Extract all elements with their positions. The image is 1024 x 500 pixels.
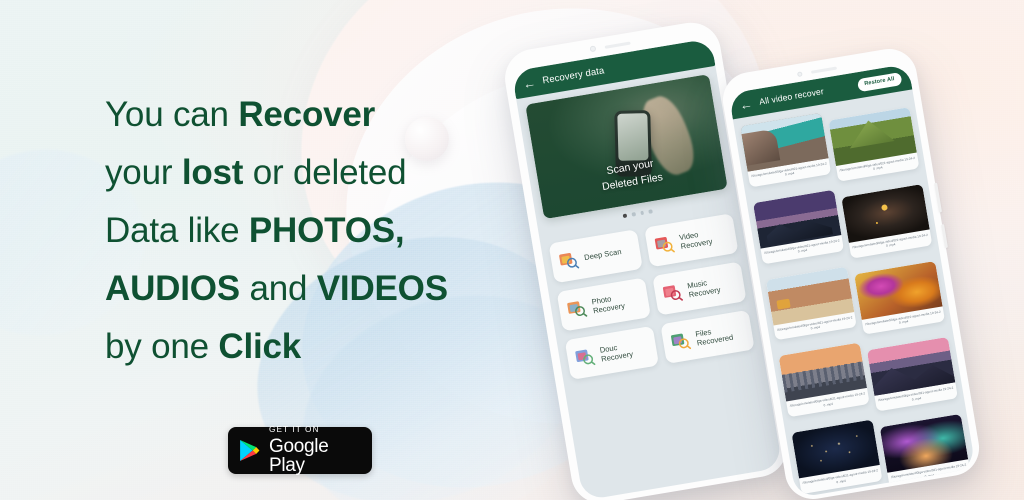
headline-emphasis: lost (181, 153, 244, 192)
headline-emphasis: AUDIOS (105, 269, 240, 308)
earpiece-speaker (810, 66, 837, 74)
menu-tile-label: Photo Recovery (590, 293, 626, 316)
menu-tile-deep-scan[interactable]: Deep Scan (548, 229, 643, 284)
carousel-dot[interactable] (640, 210, 645, 215)
deep-scan-icon (557, 249, 580, 272)
headline-emphasis: Recover (238, 95, 376, 134)
google-play-triangle-icon (239, 439, 260, 462)
video-card[interactable]: /Storage/emulated/0/ga-video/021-agoot-m… (854, 260, 946, 336)
menu-tile-label: Douc Recovery (598, 342, 634, 364)
headline-emphasis: Click (218, 327, 302, 366)
google-play-badge[interactable]: GET IT ON Google Play (228, 425, 372, 476)
document-recovery-icon (573, 346, 596, 369)
appbar-title: Recovery data (541, 64, 606, 87)
headline-text: Data like (105, 211, 249, 250)
video-cell: /Storage/emulated/0/ga-video/021-agoot-m… (828, 107, 920, 182)
google-play-text: GET IT ON Google Play (269, 425, 361, 476)
video-cell: /Storage/emulated/0/ga-video/021-agoot-m… (765, 266, 859, 349)
menu-tile-label: Files Recovered (694, 326, 734, 348)
video-cell: /Storage/emulated/0/ga-video/021-agoot-m… (841, 183, 933, 259)
headline-text: or deleted (243, 153, 407, 192)
appbar-title: All video recover (758, 86, 825, 107)
back-arrow-icon[interactable]: ← (522, 74, 537, 91)
menu-tile-files-recovered[interactable]: Files Recovered (660, 309, 755, 364)
video-card[interactable]: /Storage/emulated/0/ga-video/021-agoot-m… (841, 183, 933, 259)
headline-emphasis: PHOTOS, (248, 211, 405, 250)
video-card[interactable]: /Storage/emulated/0/ga-video/021-agoot-m… (866, 337, 958, 412)
files-recovered-icon (669, 330, 692, 353)
menu-tile-video-recovery[interactable]: Video Recovery (644, 213, 739, 268)
menu-tile-label: Music Recovery (686, 277, 722, 300)
headline-emphasis: VIDEOS (316, 269, 448, 308)
carousel-dot[interactable] (631, 212, 636, 217)
marketing-headline: You can Recover your lost or deleted Dat… (105, 86, 525, 376)
menu-tile-label: Video Recovery (678, 229, 714, 251)
video-cell: /Storage/emulated/0/ga-video/021-agoot-m… (791, 419, 884, 498)
badge-store-name: Google Play (269, 435, 329, 476)
badge-eyebrow: GET IT ON (269, 425, 320, 435)
headline-text: your (105, 153, 182, 192)
menu-tile-photo-recovery[interactable]: Photo Recovery (556, 277, 651, 332)
headline-line: AUDIOS and VIDEOS (105, 260, 525, 318)
headline-text: by one (105, 327, 219, 366)
headline-text: and (239, 269, 317, 308)
earpiece-speaker (604, 41, 631, 49)
headline-text: You can (105, 95, 239, 134)
video-card[interactable]: /Storage/emulated/0/ga-video/021-agoot-m… (828, 107, 920, 182)
headline-line: Data like PHOTOS, (105, 202, 525, 260)
video-card[interactable]: /Storage/emulated/0/ga-video/021-agoot-m… (752, 189, 845, 264)
feature-graphic-stage: You can Recover your lost or deleted Dat… (0, 0, 1024, 500)
carousel-dot[interactable] (648, 209, 653, 214)
back-arrow-icon[interactable]: ← (738, 96, 753, 113)
recovery-menu-grid: Deep Scan Video Recovery Photo Recovery Music… (538, 199, 762, 381)
headline-line: You can Recover (105, 86, 525, 144)
headline-line: your lost or deleted (105, 144, 525, 202)
restore-all-button[interactable]: Restore All (856, 71, 903, 92)
video-cell: /Storage/emulated/0/ga-video/021-agoot-m… (854, 260, 946, 336)
video-card[interactable]: /Storage/emulated/0/ga-video/021-agoot-m… (791, 419, 883, 495)
headline-line: by one Click (105, 318, 525, 376)
menu-tile-music-recovery[interactable]: Music Recovery (652, 261, 747, 316)
video-card[interactable]: /Storage/emulated/0/ga-video/021-agoot-m… (765, 266, 857, 341)
video-cell: /Storage/emulated/0/ga-video/021-agoot-m… (740, 112, 833, 196)
video-card[interactable]: /Storage/emulated/0/ga-video/021-agoot-m… (778, 342, 870, 418)
menu-tile-label: Deep Scan (583, 247, 623, 263)
menu-tile-document-recovery[interactable]: Douc Recovery (564, 325, 660, 380)
front-camera-icon (588, 45, 596, 53)
video-card[interactable]: /Storage/emulated/0/ga-video/021-agoot-m… (740, 112, 832, 188)
video-recovery-icon (653, 233, 676, 256)
video-cell: /Storage/emulated/0/ga-video/021-agoot-m… (866, 337, 958, 412)
music-recovery-icon (661, 282, 684, 305)
front-camera-icon (796, 70, 803, 77)
video-cell: /Storage/emulated/0/ga-video/021-agoot-m… (752, 189, 846, 272)
photo-recovery-icon (565, 298, 588, 321)
video-cell: /Storage/emulated/0/ga-video/021-agoot-m… (778, 342, 872, 426)
